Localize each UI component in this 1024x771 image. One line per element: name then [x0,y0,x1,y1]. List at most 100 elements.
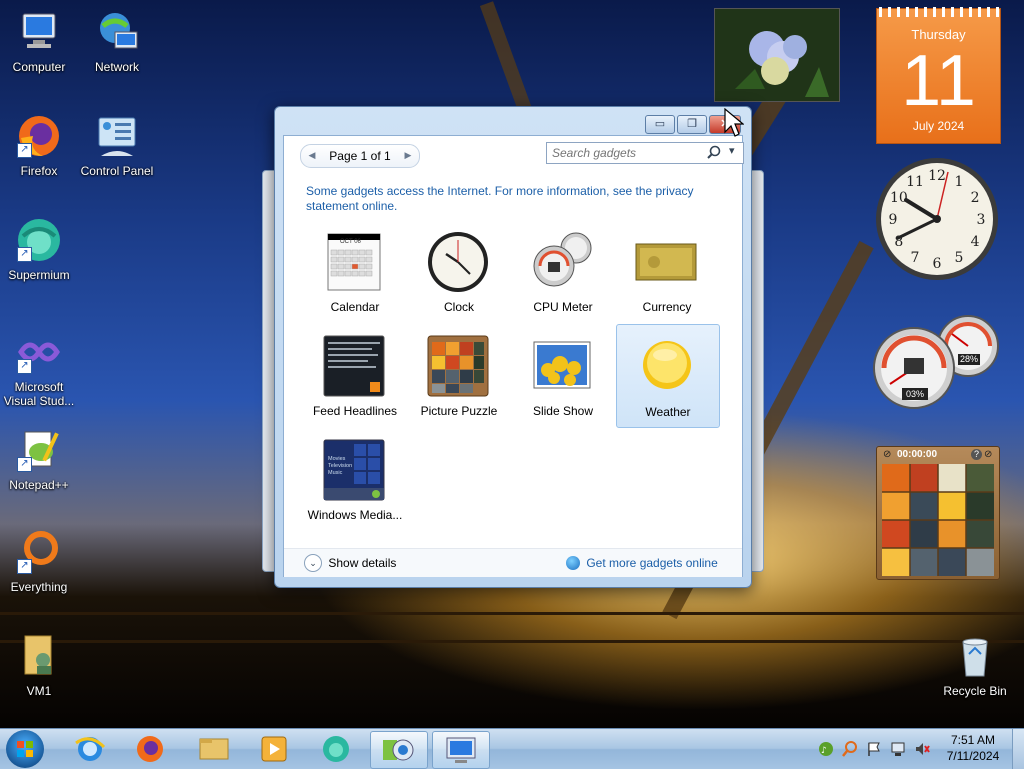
desktop-icon-firefox[interactable]: ↗ Firefox [2,112,76,178]
clock-thumbnail-icon [426,230,490,294]
taskbar: ♪ 7:51 AM 7/11/2024 [0,728,1024,769]
notepad-plus-plus-icon: ↗ [15,426,63,474]
desktop-icon-network[interactable]: Network [80,8,154,74]
media-player-icon [261,736,287,762]
desktop-icon-vm1[interactable]: VM1 [2,632,76,698]
gadget-windows-media[interactable]: Movies Television Music Windows Media... [304,434,406,534]
show-desktop-button[interactable] [1012,729,1024,769]
gadget-cpu-meter[interactable]: CPU Meter [512,226,614,326]
desktop-icon-label: VM1 [26,684,52,698]
taskbar-remote-desktop[interactable] [432,731,490,769]
puzzle-help-button[interactable]: ? [971,449,982,460]
picture-puzzle-gadget[interactable]: ⊘ 00:00:00 ? ⊘ [876,446,1000,580]
media-thumb-line: Television [328,463,353,469]
media-thumb-line: Movies [328,456,346,462]
globe-icon [566,555,580,570]
cpu-meter-thumbnail-icon [530,230,594,294]
puzzle-grid [882,464,994,576]
gadget-label: Clock [443,300,474,314]
gadget-currency[interactable]: Currency [616,226,718,326]
desktop-icon-supermium[interactable]: ↗ Supermium [2,216,76,282]
cpu-meter-dials [873,315,999,409]
get-more-gadgets-link[interactable]: Get more gadgets online [566,555,718,570]
gadget-label: CPU Meter [533,300,593,314]
desktop: Computer Network ↗ Firefox Control Panel… [0,0,1024,728]
recycle-bin-icon [951,632,999,680]
visual-studio-icon: ↗ [15,328,63,376]
svg-text:♪: ♪ [821,746,827,756]
clock-gadget[interactable]: 12 1 2 3 4 5 6 7 8 9 10 11 [874,156,1000,282]
gadget-slide-show[interactable]: Slide Show [512,330,614,430]
calendar-month-year: July 2024 [912,119,965,133]
minimize-button[interactable]: ▭ [645,115,675,134]
chevron-down-icon: ⌄ [304,554,322,572]
clock-number: 6 [933,256,942,272]
bridge-rail [0,612,1024,615]
desktop-icon-label: Computer [12,60,66,74]
calendar-thumbnail-icon: OCT 06 [322,230,386,294]
desktop-icon-everything[interactable]: ↗ Everything [2,528,76,594]
cpu-usage-value: 03% [902,388,928,400]
bridge-rail [0,640,1024,643]
gadget-weather[interactable]: Weather [616,324,720,428]
windows-logo-icon [17,741,33,757]
taskbar-firefox[interactable] [122,731,178,767]
prev-page-icon[interactable]: ◀ [305,148,319,162]
feed-headlines-thumbnail-icon [322,334,386,398]
taskbar-media-player[interactable] [246,731,302,767]
gadget-picture-puzzle[interactable]: Picture Puzzle [408,330,510,430]
desktop-icon-visual-studio[interactable]: ↗ Microsoft Visual Stud... [2,328,76,408]
taskbar-supermium[interactable] [308,731,364,767]
desktop-icon-recycle-bin[interactable]: Recycle Bin [938,632,1012,698]
gadgets-window[interactable]: ▭ ❐ ✕ ◀ Page 1 of 1 ▶ ▾ Some gadgets acc… [274,106,752,588]
desktop-icon-computer[interactable]: Computer [2,8,76,74]
puzzle-timer: 00:00:00 [897,449,938,460]
gadgets-content: ◀ Page 1 of 1 ▶ ▾ Some gadgets access th… [283,135,744,577]
clock-number: 11 [906,174,924,190]
media-thumb-line: Music [328,470,343,476]
tray-action-center-flag-icon[interactable] [866,741,882,757]
clock-date: 7/11/2024 [946,749,1000,763]
start-button[interactable] [6,730,44,768]
clock-time: 7:51 AM [950,733,996,747]
privacy-info-link[interactable]: Some gadgets access the Internet. For mo… [306,184,726,214]
search-input[interactable] [550,144,704,162]
weather-sun-icon [635,333,699,397]
restore-button[interactable]: ❐ [677,115,707,134]
search-icon[interactable] [707,145,721,159]
puzzle-solve-button[interactable]: ⊘ [984,449,992,460]
firefox-icon [137,736,163,762]
desktop-icon-label: Firefox [20,164,58,178]
currency-thumbnail-icon [634,230,698,294]
desktop-icon-label: Control Panel [80,164,154,178]
calendar-gadget[interactable]: Thursday 11 July 2024 [876,7,1001,144]
taskbar-gadgets[interactable] [370,731,428,769]
gadget-label: Currency [642,300,692,314]
gadget-clock[interactable]: Clock [408,226,510,326]
slideshow-gadget[interactable] [714,8,840,102]
taskbar-explorer[interactable] [186,731,242,767]
puzzle-show-picture-button[interactable]: ⊘ [883,449,891,460]
clock-number: 3 [977,212,986,228]
cpu-meter-gadget[interactable]: 03% 28% [872,314,1000,410]
gadget-calendar[interactable]: OCT 06 Calendar [304,226,406,326]
media-thumb-menu: Movies Television Music [328,456,352,477]
desktop-icon-control-panel[interactable]: Control Panel [80,112,154,178]
taskbar-internet-explorer[interactable] [62,731,118,767]
gadget-label: Picture Puzzle [420,404,498,418]
tray-volume-muted-icon[interactable] [914,741,930,757]
next-page-icon[interactable]: ▶ [401,148,415,162]
picture-puzzle-thumbnail-icon [426,334,490,398]
tray-search-icon[interactable] [842,741,858,757]
user-folder-icon [15,632,63,680]
puzzle-header: ⊘ 00:00:00 ? ⊘ [879,449,997,463]
search-dropdown-icon[interactable]: ▾ [729,144,735,157]
search-box: ▾ [546,142,744,164]
tray-network-icon[interactable]: ♪ [818,741,834,757]
clock-number: 10 [890,190,908,206]
show-details-button[interactable]: ⌄ Show details [304,554,396,572]
desktop-icon-notepad-plus-plus[interactable]: ↗ Notepad++ [2,426,76,492]
gadget-feed-headlines[interactable]: Feed Headlines [304,330,406,430]
tray-network-status-icon[interactable] [890,741,906,757]
taskbar-clock[interactable]: 7:51 AM 7/11/2024 [940,732,1006,764]
